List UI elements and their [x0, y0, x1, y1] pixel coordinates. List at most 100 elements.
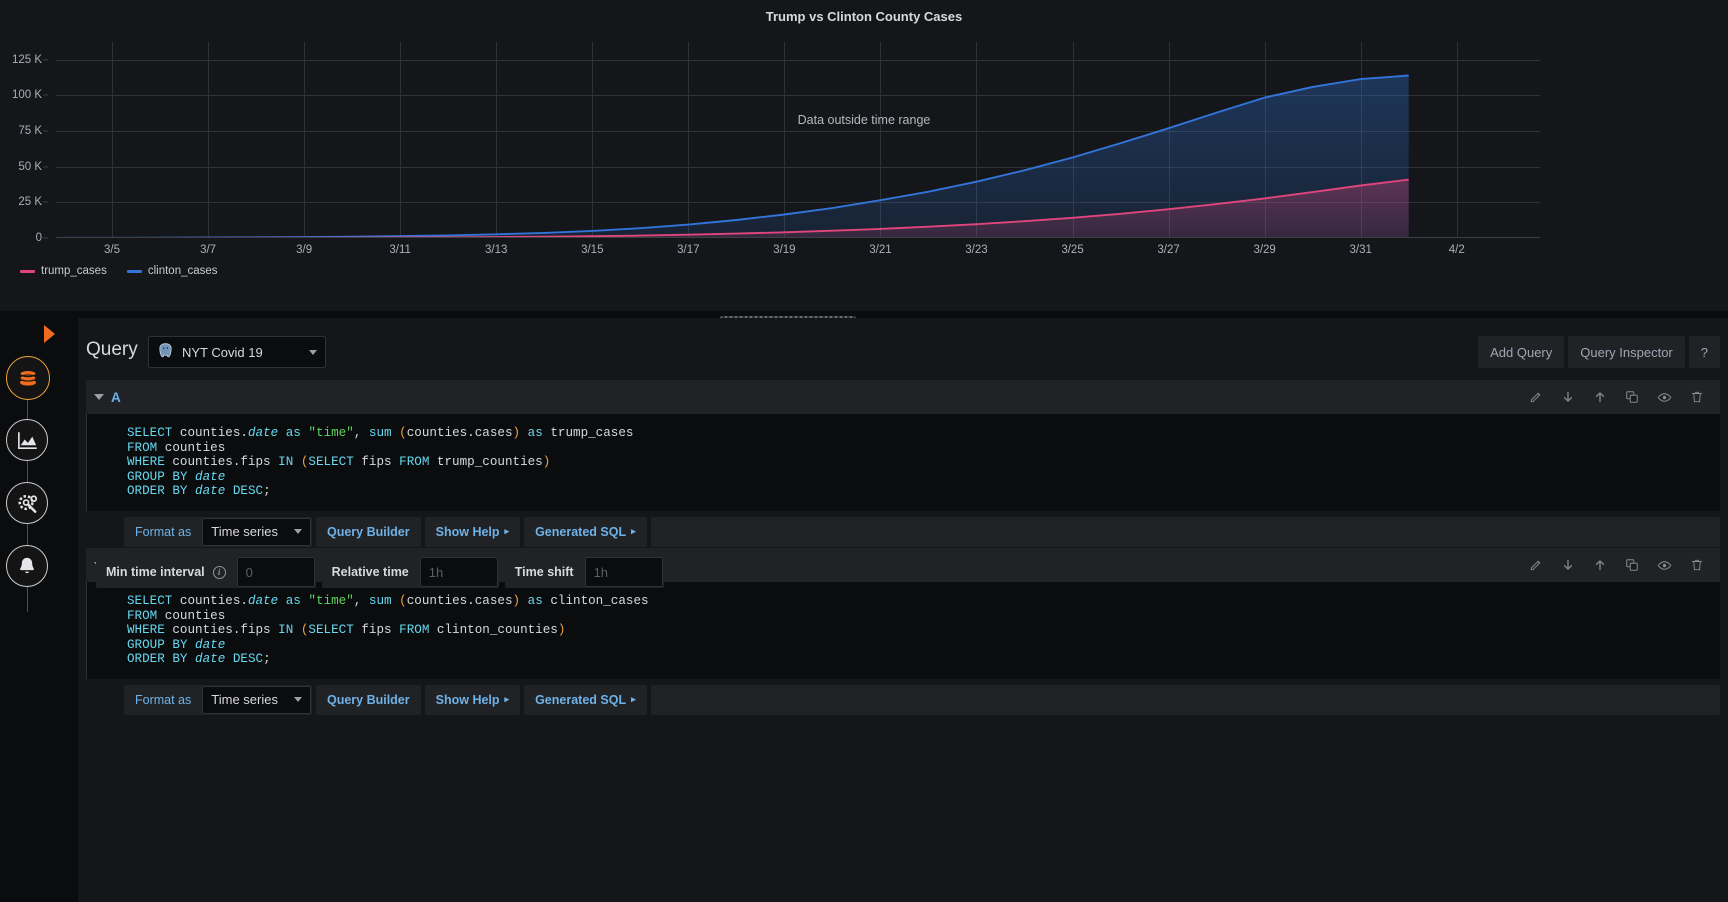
chevron-right-icon: ▸: [505, 526, 510, 537]
info-icon[interactable]: i: [213, 566, 226, 579]
trash-icon[interactable]: [1690, 558, 1704, 572]
chevron-down-icon: [294, 697, 302, 702]
y-axis-tick-label: 100 K: [12, 89, 42, 101]
x-axis-tick-label: 3/11: [389, 244, 411, 256]
chevron-right-icon: ▸: [631, 694, 636, 705]
query-editor-actions: Add QueryQuery Inspector?: [1478, 336, 1720, 368]
x-axis-tick-label: 3/19: [773, 244, 795, 256]
data-outside-time-range-note: Data outside time range: [0, 113, 1728, 127]
query-editor: Query NYT Covid 19 Add QueryQuery Inspec…: [78, 318, 1728, 902]
min-time-interval-input[interactable]: [237, 557, 315, 587]
y-axis-tick: [43, 95, 48, 96]
graph-panel: Trump vs Clinton County Cases 025 K50 K7…: [0, 0, 1728, 312]
x-axis-tick-label: 3/29: [1253, 244, 1275, 256]
query-row-icons: [1529, 390, 1714, 405]
add-query-button[interactable]: Add Query: [1478, 336, 1564, 368]
eye-icon[interactable]: [1657, 390, 1672, 405]
query-inspector-button[interactable]: Query Inspector: [1568, 336, 1685, 368]
sidebar-item-dashboards[interactable]: [6, 419, 48, 461]
trash-icon[interactable]: [1690, 390, 1704, 404]
x-axis-tick-label: 3/13: [485, 244, 507, 256]
sidebar-item-grafana-logo[interactable]: [6, 356, 50, 400]
toolbar-spacer: [651, 685, 1720, 715]
plot-area[interactable]: [56, 42, 1540, 238]
x-axis-tick-label: 4/2: [1449, 244, 1465, 256]
help-button[interactable]: ?: [1689, 336, 1720, 368]
arrow-down-icon[interactable]: [1561, 558, 1575, 572]
bell-icon: [16, 555, 38, 577]
relative-time-group: Relative time: [322, 556, 499, 588]
legend-label: trump_cases: [41, 265, 107, 277]
x-axis-tick-label: 3/7: [200, 244, 216, 256]
x-axis-baseline: [56, 237, 1540, 238]
query-row-icons: [1529, 558, 1714, 573]
grafana-logo-icon: [16, 366, 40, 390]
duplicate-icon[interactable]: [1625, 390, 1639, 404]
y-axis-tick-label: 0: [36, 232, 42, 244]
datasource-picker[interactable]: NYT Covid 19: [148, 336, 326, 368]
min-time-interval-label: Min time interval i: [96, 565, 236, 579]
x-axis-tick-label: 3/9: [296, 244, 312, 256]
sql-text: SELECT counties.date as "time", sum (cou…: [127, 426, 1720, 499]
query-ref-id[interactable]: A: [111, 390, 121, 405]
generated-sql-button[interactable]: Generated SQL▸: [524, 517, 647, 547]
y-axis-tick-label: 25 K: [18, 196, 42, 208]
x-axis-tick-label: 3/31: [1349, 244, 1371, 256]
sql-editor[interactable]: SELECT counties.date as "time", sum (cou…: [86, 414, 1720, 511]
y-axis-tick-label: 50 K: [18, 161, 42, 173]
x-axis-tick-label: 3/23: [965, 244, 987, 256]
format-as-select[interactable]: Time series: [202, 518, 311, 546]
eye-icon[interactable]: [1657, 558, 1672, 573]
collapse-caret-icon[interactable]: [94, 394, 104, 400]
format-as-group: Format as Time series: [124, 685, 312, 715]
legend-color-swatch: [127, 270, 142, 273]
query-builder-button[interactable]: Query Builder: [316, 517, 421, 547]
format-as-group: Format asTime series: [124, 517, 312, 547]
chevron-right-icon: ▸: [631, 526, 636, 537]
legend-item[interactable]: clinton_cases: [127, 265, 218, 277]
y-axis-tick: [43, 131, 48, 132]
format-as-select[interactable]: Time series: [202, 686, 311, 714]
chart-series-svg: [56, 42, 1540, 238]
show-help-button[interactable]: Show Help▸: [425, 685, 520, 715]
duplicate-icon[interactable]: [1625, 558, 1639, 572]
relative-time-input[interactable]: [420, 557, 498, 587]
relative-time-label: Relative time: [322, 565, 419, 579]
generated-sql-button[interactable]: Generated SQL▸: [524, 685, 647, 715]
time-shift-group: Time shift: [505, 556, 664, 588]
y-axis-tick-label: 125 K: [12, 54, 42, 66]
legend: trump_cases clinton_cases: [20, 265, 218, 277]
query-builder-button[interactable]: Query Builder: [316, 685, 421, 715]
legend-item[interactable]: trump_cases: [20, 265, 107, 277]
x-axis: 3/53/73/93/113/133/153/173/193/213/233/2…: [56, 240, 1540, 264]
time-shift-input[interactable]: [585, 557, 663, 587]
arrow-down-icon[interactable]: [1561, 390, 1575, 404]
sidebar-logo-arrow-icon: [44, 325, 55, 343]
query-toolbar: Format as Time series Query BuilderShow He…: [86, 679, 1720, 721]
gear-wrench-icon: [16, 492, 39, 515]
x-axis-tick-label: 3/21: [869, 244, 891, 256]
datasource-name: NYT Covid 19: [182, 345, 263, 360]
x-axis-tick-label: 3/17: [677, 244, 699, 256]
time-shift-label: Time shift: [505, 565, 584, 579]
legend-color-swatch: [20, 270, 35, 273]
sql-text: SELECT counties.date as "time", sum (cou…: [127, 594, 1720, 667]
show-help-button[interactable]: Show Help▸: [425, 517, 520, 547]
sidebar-item-alerting[interactable]: [6, 545, 48, 587]
chevron-down-icon: [294, 529, 302, 534]
y-axis-tick: [43, 238, 48, 239]
y-axis-tick: [43, 166, 48, 167]
arrow-up-icon[interactable]: [1593, 390, 1607, 404]
format-as-value: Time series: [211, 692, 278, 707]
panel-title: Trump vs Clinton County Cases: [0, 9, 1728, 24]
format-as-value: Time series: [211, 524, 278, 539]
sidebar-item-configuration[interactable]: [6, 482, 48, 524]
pencil-icon[interactable]: [1529, 390, 1543, 404]
sql-editor[interactable]: SELECT counties.date as "time", sum (cou…: [86, 582, 1720, 679]
query-section-title: Query: [86, 339, 138, 361]
x-axis-tick-label: 3/27: [1157, 244, 1179, 256]
format-as-label: Format as: [124, 693, 202, 707]
arrow-up-icon[interactable]: [1593, 558, 1607, 572]
pencil-icon[interactable]: [1529, 558, 1543, 572]
postgres-icon: [157, 342, 174, 362]
